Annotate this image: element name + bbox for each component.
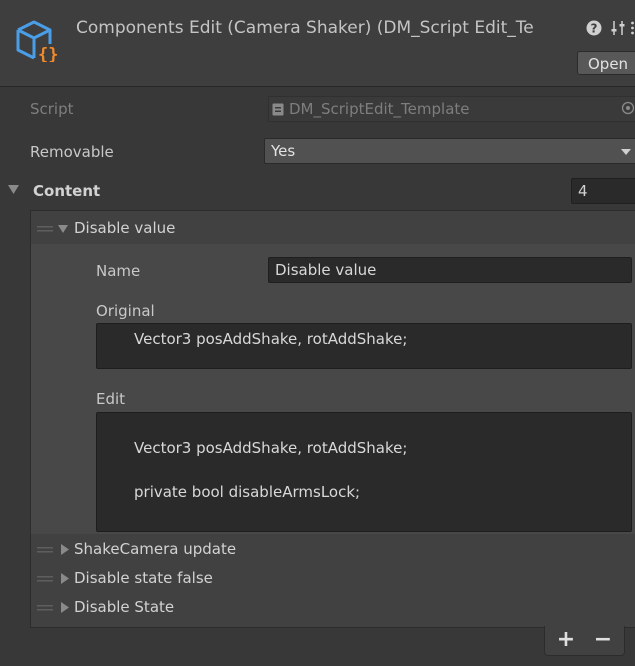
edit-text-area[interactable]: Vector3 posAddShake, rotAddShake; privat… <box>96 412 632 532</box>
script-field: DM_ScriptEdit_Template <box>268 96 635 122</box>
svg-text:{}: {} <box>38 45 58 62</box>
name-input[interactable]: Disable value <box>268 257 632 283</box>
foldout-expanded-icon[interactable] <box>58 223 68 234</box>
add-element-button[interactable]: + <box>556 629 576 651</box>
content-label[interactable]: Content <box>33 182 100 200</box>
inspector-header: {} Components Edit (Camera Shaker) (DM_S… <box>0 0 635 86</box>
inspector-title: Components Edit (Camera Shaker) (DM_Scri… <box>76 18 534 38</box>
script-file-icon <box>272 103 284 116</box>
drag-handle-icon[interactable] <box>37 546 53 554</box>
edit-code-line: Vector3 posAddShake, rotAddShake; <box>134 439 408 457</box>
more-vertical-icon[interactable] <box>630 20 635 36</box>
foldout-collapsed-icon[interactable] <box>60 573 70 584</box>
help-icon[interactable]: ? <box>586 20 602 36</box>
original-label: Original <box>96 302 155 320</box>
settings-sliders-icon[interactable] <box>610 20 626 36</box>
drag-handle-icon[interactable] <box>37 575 53 583</box>
edit-label: Edit <box>96 390 126 408</box>
list-item-label[interactable]: Disable State <box>74 598 174 616</box>
script-value: DM_ScriptEdit_Template <box>289 100 470 118</box>
list-item-label[interactable]: ShakeCamera update <box>74 540 236 558</box>
removable-value: Yes <box>271 142 296 160</box>
original-text-area[interactable]: Vector3 posAddShake, rotAddShake; <box>96 323 632 369</box>
content-foldout-arrow-icon[interactable] <box>8 184 19 195</box>
object-picker-icon[interactable] <box>621 101 635 115</box>
removable-dropdown[interactable]: Yes <box>264 138 635 164</box>
header-divider <box>0 86 635 87</box>
open-button[interactable]: Open <box>577 51 635 75</box>
drag-handle-icon[interactable] <box>37 604 53 612</box>
name-label: Name <box>96 262 141 280</box>
drag-handle-icon[interactable] <box>37 225 53 233</box>
original-code-line: Vector3 posAddShake, rotAddShake; <box>134 330 408 348</box>
content-count-input[interactable]: 4 <box>571 178 635 204</box>
list-item-label[interactable]: Disable value <box>74 219 175 237</box>
remove-element-button[interactable]: − <box>593 629 613 651</box>
cube-script-icon: {} <box>16 20 58 62</box>
chevron-down-icon <box>621 149 631 155</box>
list-item-label[interactable]: Disable state false <box>74 569 213 587</box>
edit-code-line: private bool disableArmsLock; <box>134 483 361 501</box>
script-label: Script <box>30 100 74 118</box>
removable-label: Removable <box>30 143 114 161</box>
svg-text:?: ? <box>591 22 598 36</box>
foldout-collapsed-icon[interactable] <box>60 544 70 555</box>
list-footer: + − <box>544 626 625 656</box>
foldout-collapsed-icon[interactable] <box>60 602 70 613</box>
